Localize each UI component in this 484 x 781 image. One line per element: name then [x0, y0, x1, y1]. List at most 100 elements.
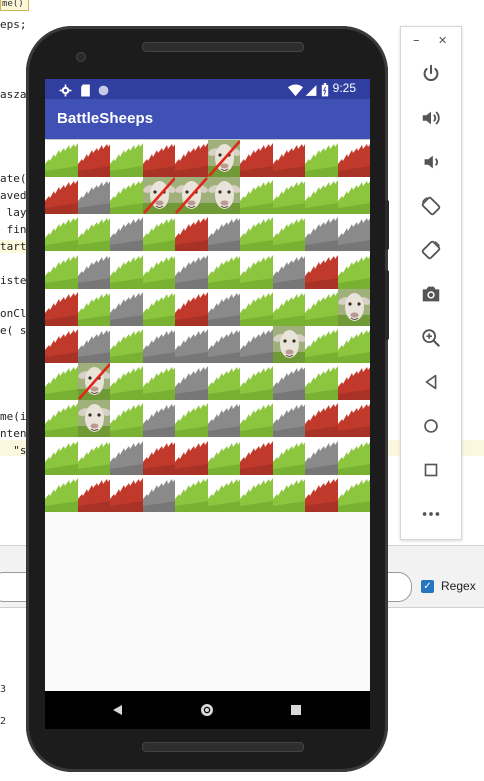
red-grass-cell[interactable]	[110, 474, 143, 512]
green-grass-cell[interactable]	[45, 474, 78, 512]
gray-grass-cell[interactable]	[142, 400, 176, 438]
gray-grass-cell[interactable]	[110, 437, 143, 475]
green-grass-cell[interactable]	[175, 400, 208, 438]
green-grass-cell[interactable]	[142, 363, 176, 401]
sheep-cell[interactable]	[337, 288, 370, 326]
green-grass-cell[interactable]	[337, 177, 370, 215]
green-grass-cell[interactable]	[337, 326, 370, 363]
green-grass-cell[interactable]	[77, 214, 111, 252]
red-grass-cell[interactable]	[45, 288, 78, 326]
zoom-icon[interactable]	[418, 325, 444, 351]
green-grass-cell[interactable]	[110, 251, 143, 289]
gray-grass-cell[interactable]	[175, 363, 208, 401]
green-grass-cell[interactable]	[45, 214, 78, 252]
green-grass-cell[interactable]	[142, 214, 176, 252]
gray-grass-cell[interactable]	[77, 177, 111, 215]
green-grass-cell[interactable]	[305, 177, 338, 215]
red-grass-cell[interactable]	[272, 140, 306, 177]
gray-grass-cell[interactable]	[207, 288, 241, 326]
green-grass-cell[interactable]	[207, 251, 241, 289]
gray-grass-cell[interactable]	[77, 251, 111, 289]
rotate-right-icon[interactable]	[418, 237, 444, 263]
green-grass-cell[interactable]	[45, 400, 78, 438]
green-grass-cell[interactable]	[110, 363, 143, 401]
green-grass-cell[interactable]	[272, 177, 306, 215]
crossed-sheep-cell[interactable]	[77, 363, 111, 401]
nav-home-button[interactable]	[187, 691, 227, 729]
green-grass-cell[interactable]	[305, 140, 338, 177]
green-grass-cell[interactable]	[272, 214, 306, 252]
phone-volume-button[interactable]	[385, 270, 389, 340]
rotate-left-icon[interactable]	[418, 193, 444, 219]
red-grass-cell[interactable]	[305, 474, 338, 512]
camera-icon[interactable]	[418, 281, 444, 307]
more-icon[interactable]	[418, 501, 444, 527]
green-grass-cell[interactable]	[77, 288, 111, 326]
red-grass-cell[interactable]	[175, 288, 208, 326]
red-grass-cell[interactable]	[45, 326, 78, 363]
green-grass-cell[interactable]	[240, 363, 273, 401]
green-grass-cell[interactable]	[110, 177, 143, 215]
green-grass-cell[interactable]	[337, 437, 370, 475]
home-icon[interactable]	[418, 413, 444, 439]
volume-up-icon[interactable]	[418, 105, 444, 131]
green-grass-cell[interactable]	[305, 363, 338, 401]
gray-grass-cell[interactable]	[272, 400, 306, 438]
green-grass-cell[interactable]	[240, 177, 273, 215]
back-icon[interactable]	[418, 369, 444, 395]
red-grass-cell[interactable]	[142, 140, 176, 177]
green-grass-cell[interactable]	[77, 437, 111, 475]
green-grass-cell[interactable]	[45, 363, 78, 401]
green-grass-cell[interactable]	[45, 437, 78, 475]
red-grass-cell[interactable]	[175, 214, 208, 252]
red-grass-cell[interactable]	[45, 177, 78, 215]
green-grass-cell[interactable]	[337, 474, 370, 512]
editor-tab-fragment[interactable]: me()	[0, 0, 29, 11]
overview-icon[interactable]	[418, 457, 444, 483]
red-grass-cell[interactable]	[305, 251, 338, 289]
sheep-cell[interactable]	[207, 177, 241, 215]
green-grass-cell[interactable]	[240, 214, 273, 252]
red-grass-cell[interactable]	[142, 437, 176, 475]
red-grass-cell[interactable]	[175, 140, 208, 177]
green-grass-cell[interactable]	[207, 474, 241, 512]
gray-grass-cell[interactable]	[272, 363, 306, 401]
power-icon[interactable]	[418, 61, 444, 87]
sheep-cell[interactable]	[272, 326, 306, 363]
volume-down-icon[interactable]	[418, 149, 444, 175]
gray-grass-cell[interactable]	[142, 326, 176, 363]
minimize-button[interactable]: –	[413, 33, 420, 48]
red-grass-cell[interactable]	[175, 437, 208, 475]
gray-grass-cell[interactable]	[175, 326, 208, 363]
green-grass-cell[interactable]	[305, 288, 338, 326]
gray-grass-cell[interactable]	[110, 214, 143, 252]
gray-grass-cell[interactable]	[207, 326, 241, 363]
green-grass-cell[interactable]	[337, 251, 370, 289]
green-grass-cell[interactable]	[110, 140, 143, 177]
green-grass-cell[interactable]	[142, 251, 176, 289]
sheep-cell[interactable]	[77, 400, 111, 438]
green-grass-cell[interactable]	[207, 437, 241, 475]
red-grass-cell[interactable]	[240, 437, 273, 475]
green-grass-cell[interactable]	[305, 326, 338, 363]
crossed-sheep-cell[interactable]	[175, 177, 208, 215]
crossed-sheep-cell[interactable]	[207, 140, 241, 177]
gray-grass-cell[interactable]	[272, 251, 306, 289]
nav-back-button[interactable]	[97, 691, 137, 729]
red-grass-cell[interactable]	[337, 363, 370, 401]
red-grass-cell[interactable]	[305, 400, 338, 438]
gray-grass-cell[interactable]	[337, 214, 370, 252]
green-grass-cell[interactable]	[240, 251, 273, 289]
regex-checkbox[interactable]: ✓	[421, 580, 434, 593]
red-grass-cell[interactable]	[77, 140, 111, 177]
gray-grass-cell[interactable]	[77, 326, 111, 363]
green-grass-cell[interactable]	[272, 437, 306, 475]
green-grass-cell[interactable]	[45, 140, 78, 177]
gray-grass-cell[interactable]	[305, 214, 338, 252]
green-grass-cell[interactable]	[272, 474, 306, 512]
green-grass-cell[interactable]	[207, 363, 241, 401]
red-grass-cell[interactable]	[337, 140, 370, 177]
gray-grass-cell[interactable]	[207, 214, 241, 252]
green-grass-cell[interactable]	[240, 474, 273, 512]
green-grass-cell[interactable]	[272, 288, 306, 326]
